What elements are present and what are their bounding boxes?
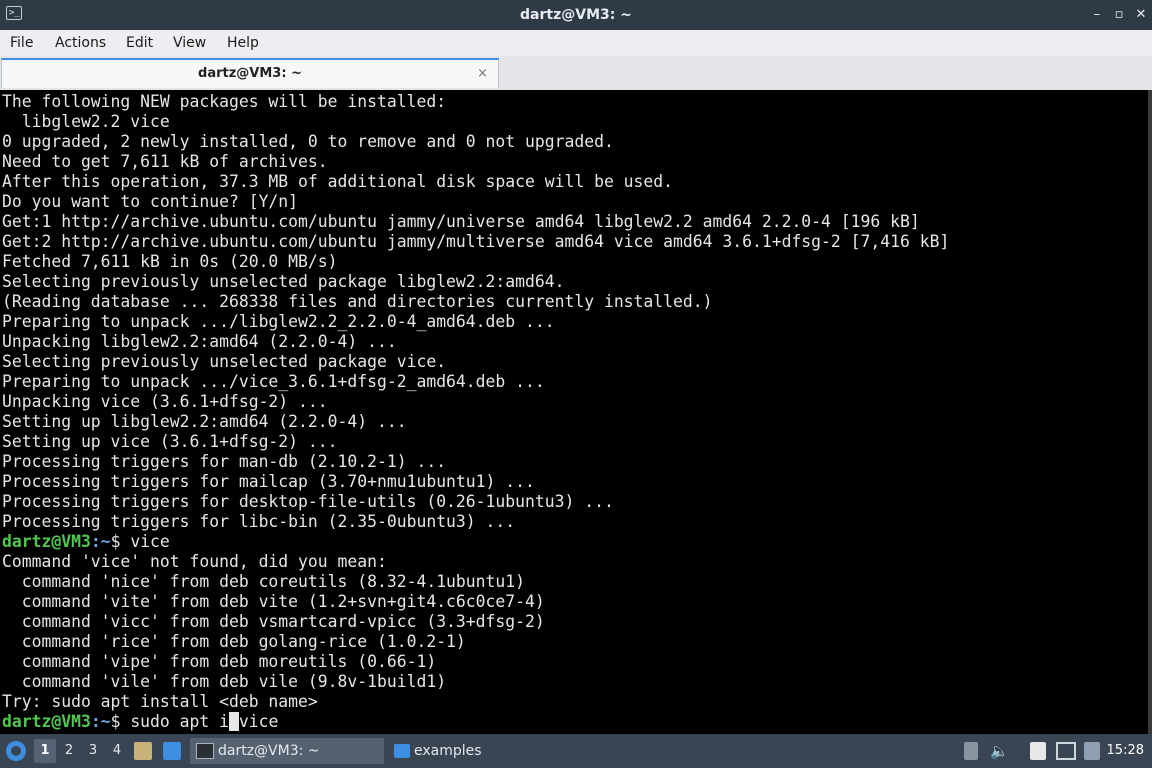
terminal-line: 0 upgraded, 2 newly installed, 0 to remo… bbox=[2, 132, 614, 151]
start-menu-icon[interactable] bbox=[6, 741, 26, 761]
terminal-line: The following NEW packages will be insta… bbox=[2, 92, 447, 111]
prompt-symbol: $ bbox=[110, 532, 131, 551]
prompt-symbol: $ bbox=[110, 712, 131, 731]
terminal-line: After this operation, 37.3 MB of additio… bbox=[2, 172, 674, 191]
terminal-line: Setting up vice (3.6.1+dfsg-2) ... bbox=[2, 432, 338, 451]
terminal-line: Selecting previously unselected package … bbox=[2, 352, 447, 371]
file-manager-launcher-icon[interactable] bbox=[134, 742, 152, 760]
terminal-line: command 'rice' from deb golang-rice (1.0… bbox=[2, 632, 466, 651]
terminal-line: command 'vipe' from deb moreutils (0.66-… bbox=[2, 652, 437, 671]
terminal-line: Get:2 http://archive.ubuntu.com/ubuntu j… bbox=[2, 232, 950, 251]
workspace-4[interactable]: 4 bbox=[106, 739, 128, 763]
window-title: dartz@VM3: ~ bbox=[520, 7, 632, 23]
command-text-before-cursor: sudo apt i bbox=[130, 712, 229, 731]
menu-help[interactable]: Help bbox=[227, 30, 259, 56]
eject-icon[interactable] bbox=[964, 742, 978, 760]
terminal-scrollbar[interactable] bbox=[1148, 90, 1152, 734]
taskbar: 1 2 3 4 dartz@VM3: ~ examples 🔈 15:28 bbox=[0, 734, 1152, 768]
terminal-output[interactable]: The following NEW packages will be insta… bbox=[0, 90, 1148, 734]
terminal-line: Need to get 7,611 kB of archives. bbox=[2, 152, 328, 171]
terminal-line: Do you want to continue? [Y/n] bbox=[2, 192, 299, 211]
terminal-line: Get:1 http://archive.ubuntu.com/ubuntu j… bbox=[2, 212, 920, 231]
text-cursor[interactable] bbox=[229, 712, 239, 731]
prompt-user: dartz@VM3 bbox=[2, 532, 91, 551]
terminal-prompt-line: dartz@VM3:~$ sudo apt i vice bbox=[0, 712, 1148, 732]
menu-bar: File Actions Edit View Help bbox=[0, 30, 1152, 57]
tab-close-icon[interactable]: × bbox=[477, 62, 488, 86]
terminal-line: Preparing to unpack .../vice_3.6.1+dfsg-… bbox=[2, 372, 545, 391]
terminal-prompt-line: dartz@VM3:~$ vice bbox=[0, 532, 1148, 552]
prompt-path: :~ bbox=[90, 532, 111, 551]
volume-icon[interactable]: 🔈 bbox=[990, 742, 1010, 760]
terminal-line: command 'vite' from deb vite (1.2+svn+gi… bbox=[2, 592, 545, 611]
clock[interactable]: 15:28 bbox=[1107, 734, 1144, 768]
battery-icon[interactable] bbox=[1084, 742, 1100, 760]
terminal-icon bbox=[196, 743, 214, 759]
task-examples[interactable]: examples bbox=[388, 738, 588, 764]
terminal-line: Processing triggers for desktop-file-uti… bbox=[2, 492, 614, 511]
prompt-user: dartz@VM3 bbox=[2, 712, 91, 731]
terminal-line: Fetched 7,611 kB in 0s (20.0 MB/s) bbox=[2, 252, 338, 271]
workspace-2[interactable]: 2 bbox=[58, 739, 80, 763]
clipboard-icon[interactable] bbox=[1030, 742, 1046, 760]
menu-actions[interactable]: Actions bbox=[55, 30, 106, 56]
minimize-icon[interactable]: – bbox=[1088, 6, 1106, 24]
tab-bar: dartz@VM3: ~ × bbox=[0, 56, 1152, 90]
close-icon[interactable]: ✕ bbox=[1132, 6, 1150, 24]
terminal-line: libglew2.2 vice bbox=[2, 112, 170, 131]
terminal-line: Processing triggers for mailcap (3.70+nm… bbox=[2, 472, 535, 491]
prompt-path: :~ bbox=[90, 712, 111, 731]
tab-label: dartz@VM3: ~ bbox=[198, 66, 302, 81]
terminal-line: command 'vicc' from deb vsmartcard-vpicc… bbox=[2, 612, 545, 631]
show-desktop-icon[interactable] bbox=[163, 742, 181, 760]
terminal-line: Selecting previously unselected package … bbox=[2, 272, 565, 291]
terminal-line: Command 'vice' not found, did you mean: bbox=[2, 552, 387, 571]
terminal-line: Processing triggers for man-db (2.10.2-1… bbox=[2, 452, 447, 471]
tab-terminal[interactable]: dartz@VM3: ~ × bbox=[1, 58, 499, 88]
workspace-1[interactable]: 1 bbox=[34, 739, 56, 763]
task-terminal-label: dartz@VM3: ~ bbox=[218, 743, 320, 759]
command-text-after-cursor: vice bbox=[238, 712, 279, 731]
terminal-line: Preparing to unpack .../libglew2.2_2.2.0… bbox=[2, 312, 555, 331]
terminal-line: command 'nice' from deb coreutils (8.32-… bbox=[2, 572, 526, 591]
terminal-line: command 'vile' from deb vile (9.8v-1buil… bbox=[2, 672, 447, 691]
terminal-line: (Reading database ... 268338 files and d… bbox=[2, 292, 713, 311]
terminal-line: Try: sudo apt install <deb name> bbox=[2, 692, 318, 711]
menu-file[interactable]: File bbox=[10, 30, 33, 56]
menu-edit[interactable]: Edit bbox=[126, 30, 153, 56]
folder-icon bbox=[394, 744, 410, 758]
task-examples-label: examples bbox=[414, 743, 482, 759]
window-titlebar[interactable]: >_ dartz@VM3: ~ – ▫ ✕ bbox=[0, 0, 1152, 30]
workspace-3[interactable]: 3 bbox=[82, 739, 104, 763]
terminal-line: Unpacking vice (3.6.1+dfsg-2) ... bbox=[2, 392, 328, 411]
network-icon[interactable] bbox=[1056, 742, 1076, 760]
command-text: vice bbox=[130, 532, 170, 551]
terminal-line: Processing triggers for libc-bin (2.35-0… bbox=[2, 512, 516, 531]
menu-view[interactable]: View bbox=[173, 30, 206, 56]
restore-icon[interactable]: ▫ bbox=[1110, 6, 1128, 24]
terminal-line: Setting up libglew2.2:amd64 (2.2.0-4) ..… bbox=[2, 412, 407, 431]
terminal-line: Unpacking libglew2.2:amd64 (2.2.0-4) ... bbox=[2, 332, 397, 351]
task-terminal[interactable]: dartz@VM3: ~ bbox=[190, 738, 384, 764]
